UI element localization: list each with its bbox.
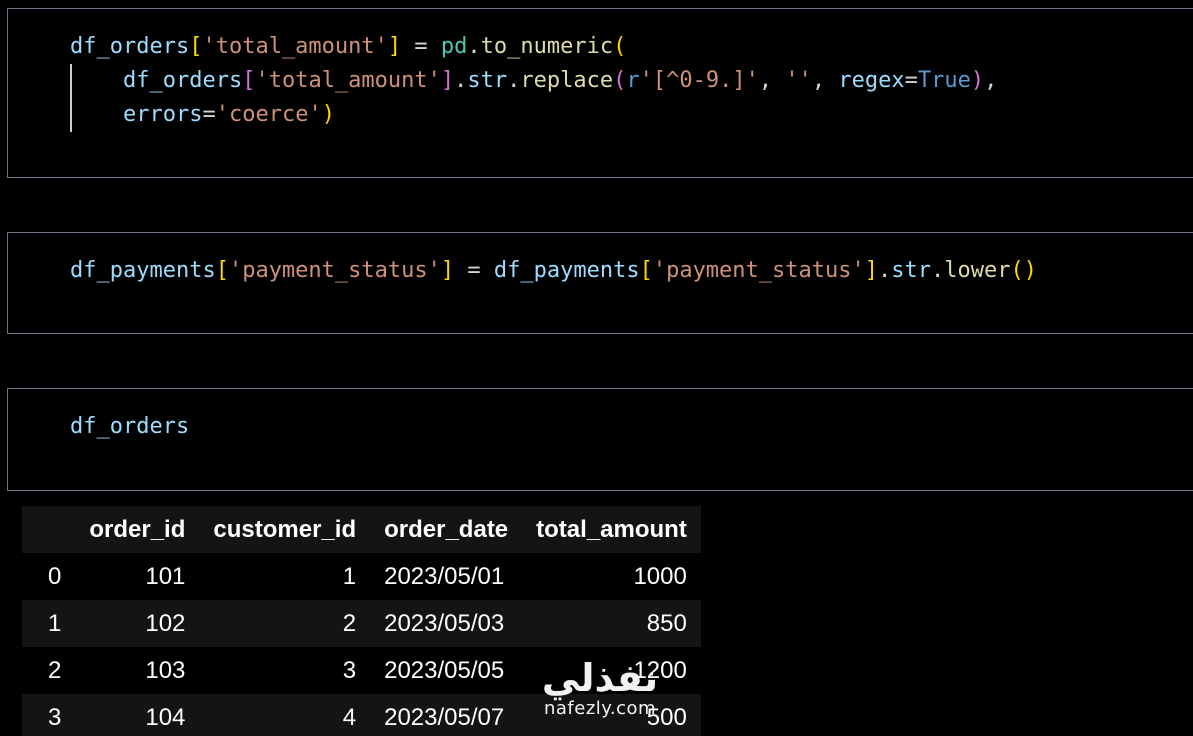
- row-index: 0: [48, 562, 62, 590]
- watermark-arabic-text: نفذلي: [541, 656, 659, 700]
- code-line-1: df_payments['payment_status'] = df_payme…: [70, 258, 1037, 283]
- cell-customer-id: 4: [342, 703, 357, 731]
- cell-order-date: 2023/05/07: [384, 703, 505, 731]
- code-line-3: errors='coerce'): [123, 102, 335, 127]
- table-header-row: order_id customer_id order_date total_am…: [22, 506, 701, 553]
- index-header: [22, 506, 75, 553]
- code-cell-2[interactable]: df_payments['payment_status'] = df_payme…: [7, 232, 1193, 334]
- code-editor-2[interactable]: df_payments['payment_status'] = df_payme…: [70, 254, 1037, 288]
- cell-customer-id: 1: [342, 562, 357, 590]
- code-line-1: df_orders['total_amount'] = pd.to_numeri…: [70, 34, 627, 59]
- code-cell-1[interactable]: df_orders['total_amount'] = pd.to_numeri…: [7, 8, 1193, 178]
- watermark-logo: نفذلي nafezly.com: [525, 658, 675, 736]
- cell-order-id: 103: [145, 656, 186, 684]
- code-editor-3[interactable]: df_orders: [70, 410, 189, 444]
- cell-total-amount: 1000: [633, 562, 687, 590]
- row-index: 1: [48, 609, 62, 637]
- row-index: 3: [48, 703, 62, 731]
- watermark-domain-text: nafezly.com: [543, 698, 657, 719]
- table-row: 1 102 2 2023/05/03 850: [22, 600, 701, 647]
- column-header-order-date: order_date: [384, 515, 509, 543]
- cell-order-id: 104: [145, 703, 186, 731]
- column-header-customer-id: customer_id: [213, 515, 357, 543]
- code-cell-3[interactable]: df_orders: [7, 388, 1193, 491]
- table-row: 0 101 1 2023/05/01 1000: [22, 553, 701, 600]
- cell-order-date: 2023/05/03: [384, 609, 505, 637]
- row-index: 2: [48, 656, 62, 684]
- column-header-total-amount: total_amount: [536, 515, 687, 543]
- cell-customer-id: 2: [342, 609, 357, 637]
- code-editor-1[interactable]: df_orders['total_amount'] = pd.to_numeri…: [70, 30, 997, 132]
- cell-order-date: 2023/05/01: [384, 562, 505, 590]
- code-line-1: df_orders: [70, 414, 190, 439]
- code-line-2: df_orders['total_amount'].str.replace(r'…: [123, 68, 998, 93]
- column-header-order-id: order_id: [89, 515, 186, 543]
- cell-customer-id: 3: [342, 656, 357, 684]
- cell-order-id: 102: [145, 609, 186, 637]
- cell-order-id: 101: [145, 562, 186, 590]
- cell-total-amount: 850: [646, 609, 687, 637]
- cell-order-date: 2023/05/05: [384, 656, 505, 684]
